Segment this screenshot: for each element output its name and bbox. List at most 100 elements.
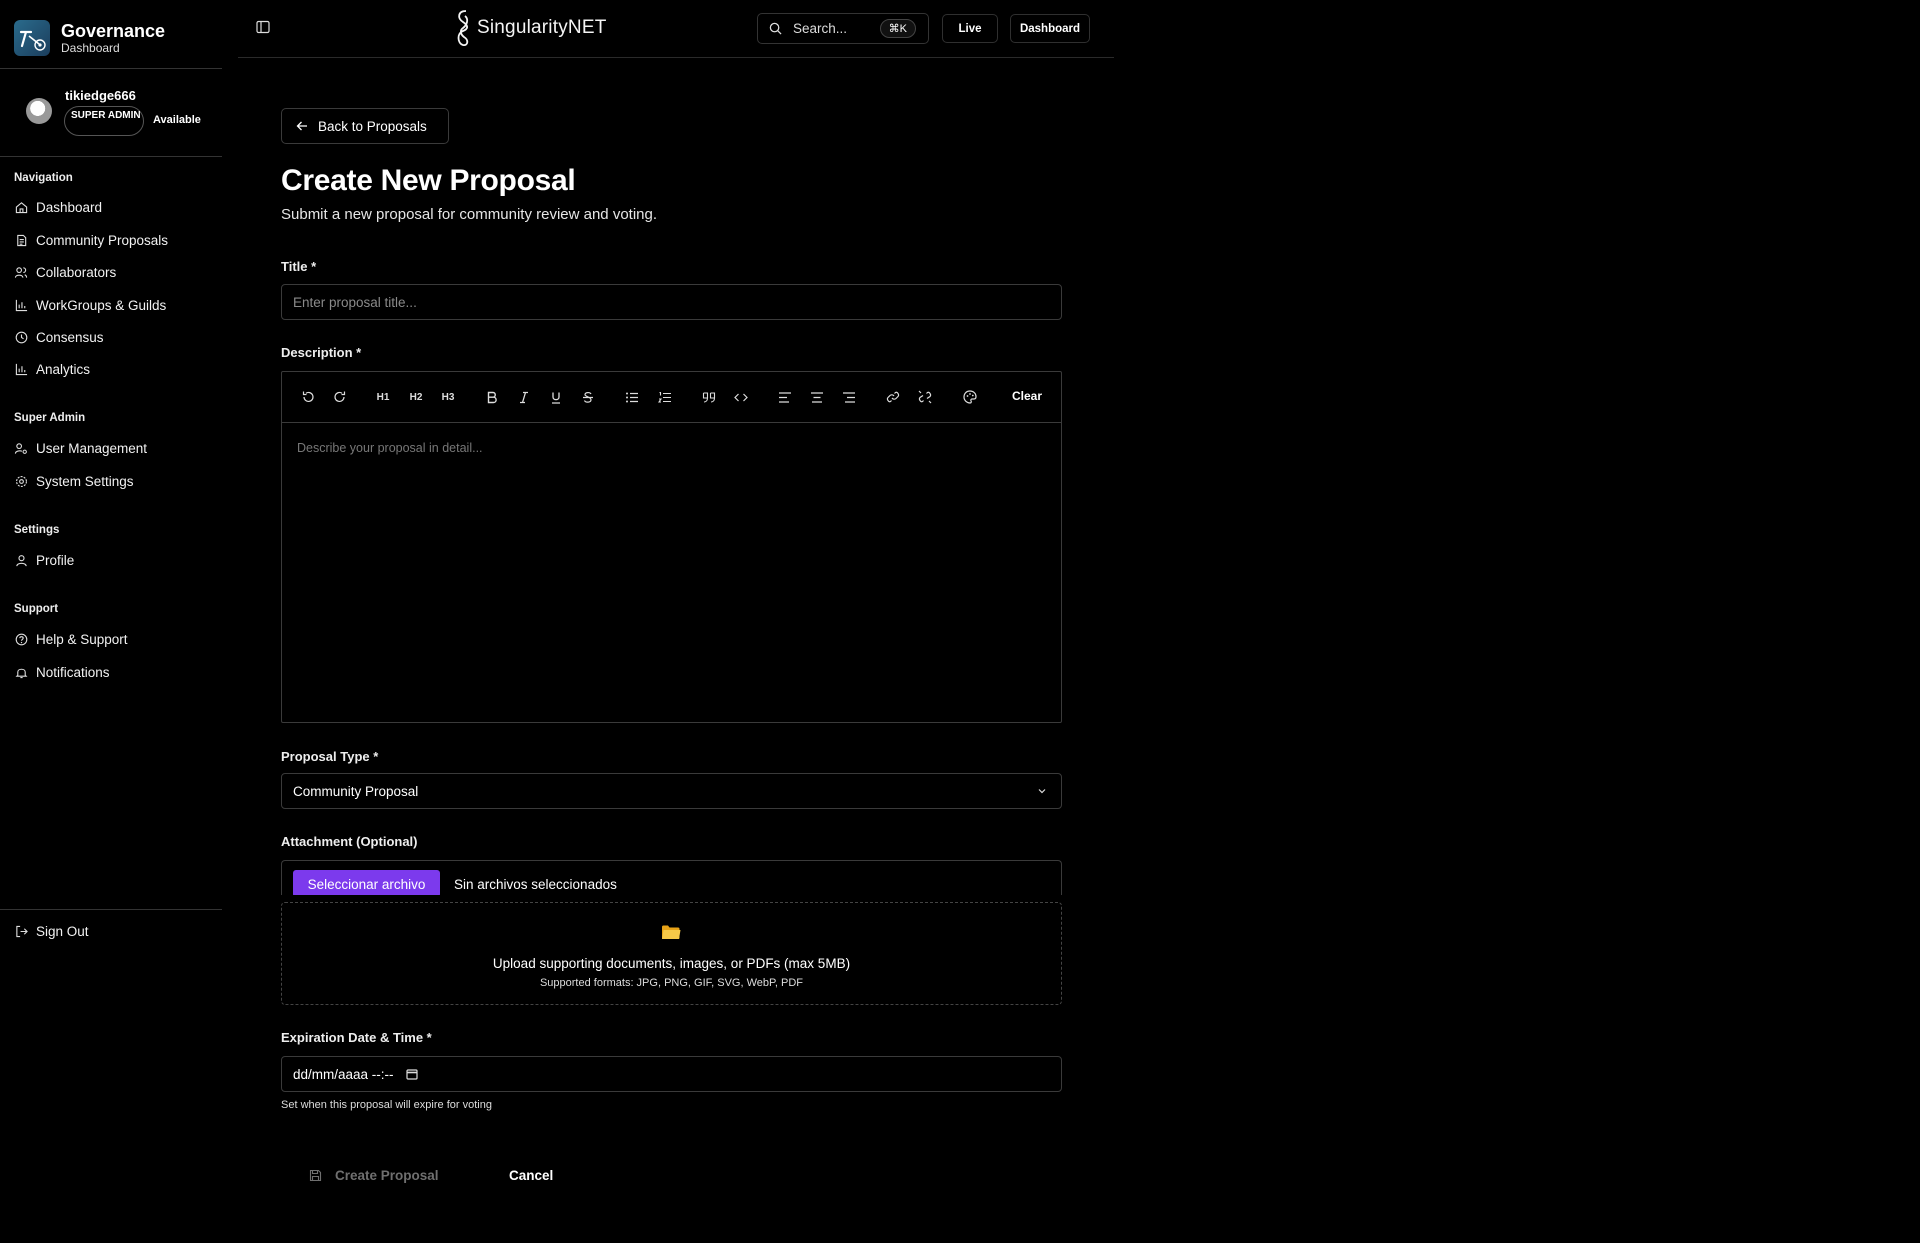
proposal-type-label: Proposal Type * — [281, 749, 379, 764]
sidebar-item-collaborators[interactable]: Collaborators — [14, 261, 116, 283]
nav-section-support: Support — [14, 603, 59, 615]
bell-icon — [14, 665, 28, 679]
description-editor[interactable]: H1 H2 H3 Clear Describe your proposal in… — [281, 371, 1062, 723]
sidebar-item-profile[interactable]: Profile — [14, 549, 74, 571]
strikethrough-icon[interactable] — [580, 389, 596, 405]
search-shortcut: ⌘K — [879, 19, 916, 38]
nav-section-settings: Settings — [14, 524, 60, 536]
palette-icon[interactable] — [962, 389, 978, 405]
sidebar-item-label: User Management — [36, 440, 148, 456]
sidebar-item-label: System Settings — [36, 473, 134, 489]
brand[interactable]: Governance Dashboard — [14, 20, 165, 56]
dropzone-formats: Supported formats: JPG, PNG, GIF, SVG, W… — [539, 977, 804, 989]
align-left-icon[interactable] — [777, 389, 793, 405]
expiration-placeholder: dd/mm/aaaa --:-- — [293, 1066, 394, 1082]
quote-icon[interactable] — [701, 389, 717, 405]
expiration-hint: Set when this proposal will expire for v… — [281, 1099, 492, 1111]
sidebar-item-system-settings[interactable]: System Settings — [14, 470, 134, 492]
sidebar-item-consensus[interactable]: Consensus — [14, 326, 104, 348]
role-badge: SUPER ADMIN — [64, 106, 144, 136]
dashboard-button[interactable]: Dashboard — [1010, 14, 1090, 43]
expiration-datetime-input[interactable]: dd/mm/aaaa --:-- — [281, 1056, 1062, 1092]
undo-icon[interactable] — [300, 389, 316, 405]
search-icon — [769, 22, 782, 35]
file-input[interactable]: Seleccionar archivo Sin archivos selecci… — [281, 860, 1062, 895]
arrow-left-icon — [296, 120, 308, 132]
user-name: tikiedge666 — [65, 88, 136, 103]
sidebar-item-label: Consensus — [36, 329, 104, 345]
attachment-label: Attachment (Optional) — [281, 834, 418, 849]
sign-out-button[interactable]: Sign Out — [14, 920, 89, 942]
heading-2-button[interactable]: H2 — [408, 389, 424, 405]
file-status: Sin archivos seleccionados — [454, 877, 617, 892]
sign-out-icon — [14, 924, 28, 938]
divider — [0, 909, 222, 910]
divider — [0, 68, 222, 69]
bold-icon[interactable] — [484, 389, 500, 405]
users-icon — [14, 265, 28, 279]
calendar-icon[interactable] — [405, 1068, 418, 1080]
bar-chart-icon — [14, 362, 28, 376]
sidebar-item-workgroups[interactable]: WorkGroups & Guilds — [14, 294, 166, 316]
heading-1-button[interactable]: H1 — [375, 389, 391, 405]
proposal-type-value: Community Proposal — [293, 783, 419, 799]
ordered-list-icon[interactable] — [657, 389, 673, 405]
description-placeholder: Describe your proposal in detail... — [297, 441, 483, 455]
sidebar-item-label: Profile — [36, 552, 75, 568]
sidebar-item-dashboard[interactable]: Dashboard — [14, 196, 102, 218]
singularitynet-logo[interactable]: SingularityNET — [454, 9, 607, 47]
sidebar-item-user-management[interactable]: User Management — [14, 437, 147, 459]
page-title: Create New Proposal — [281, 164, 576, 197]
sidebar-item-analytics[interactable]: Analytics — [14, 358, 90, 380]
clear-format-button[interactable]: Clear — [1012, 389, 1042, 403]
sidebar-item-label: Community Proposals — [36, 232, 169, 248]
sidebar-item-community-proposals[interactable]: Community Proposals — [14, 229, 168, 251]
folder-icon — [661, 925, 681, 940]
title-input[interactable]: Enter proposal title... — [281, 284, 1062, 320]
singularitynet-logo-icon — [454, 9, 472, 47]
cancel-button[interactable]: Cancel — [509, 1165, 553, 1185]
align-center-icon[interactable] — [809, 389, 825, 405]
logo-text: SingularityNET — [477, 17, 607, 38]
status-badge: Available — [153, 114, 201, 126]
create-proposal-button[interactable]: Create Proposal — [309, 1165, 439, 1185]
document-icon — [14, 233, 28, 247]
help-circle-icon — [14, 632, 28, 646]
underline-icon[interactable] — [548, 389, 564, 405]
title-placeholder: Enter proposal title... — [293, 294, 417, 310]
sidebar-item-label: Notifications — [36, 664, 110, 680]
expiration-label: Expiration Date & Time * — [281, 1030, 432, 1045]
choose-file-button[interactable]: Seleccionar archivo — [293, 870, 440, 895]
link-icon[interactable] — [885, 389, 901, 405]
sidebar-item-notifications[interactable]: Notifications — [14, 661, 110, 683]
avatar[interactable] — [26, 98, 52, 124]
topbar: SingularityNET Search... ⌘K Live Dashboa… — [238, 0, 1114, 58]
redo-icon[interactable] — [332, 389, 348, 405]
gear-icon — [14, 474, 28, 488]
brand-title: Governance — [61, 21, 166, 41]
heading-3-button[interactable]: H3 — [440, 389, 456, 405]
code-icon[interactable] — [733, 389, 749, 405]
align-right-icon[interactable] — [841, 389, 857, 405]
bar-chart-icon — [14, 298, 28, 312]
save-icon — [309, 1169, 322, 1182]
brand-subtitle: Dashboard — [61, 41, 120, 55]
sidebar-toggle-icon[interactable] — [256, 20, 270, 34]
unlink-icon[interactable] — [917, 389, 933, 405]
sidebar-item-label: Collaborators — [36, 264, 117, 280]
title-label: Title * — [281, 259, 317, 274]
search-input[interactable]: Search... ⌘K — [757, 13, 929, 44]
dropzone-text: Upload supporting documents, images, or … — [492, 956, 851, 971]
bullet-list-icon[interactable] — [624, 389, 640, 405]
sign-out-label: Sign Out — [36, 923, 89, 939]
upload-dropzone[interactable]: Upload supporting documents, images, or … — [281, 902, 1062, 1005]
divider — [0, 156, 222, 157]
back-to-proposals-button[interactable]: Back to Proposals — [281, 108, 449, 144]
proposal-type-select[interactable]: Community Proposal — [281, 773, 1062, 809]
nav-section-super-admin: Super Admin — [14, 412, 86, 424]
italic-icon[interactable] — [516, 389, 532, 405]
nav-section-navigation: Navigation — [14, 172, 73, 184]
sidebar-item-help[interactable]: Help & Support — [14, 628, 128, 650]
live-button[interactable]: Live — [942, 14, 998, 43]
editor-toolbar: H1 H2 H3 Clear — [282, 372, 1061, 423]
